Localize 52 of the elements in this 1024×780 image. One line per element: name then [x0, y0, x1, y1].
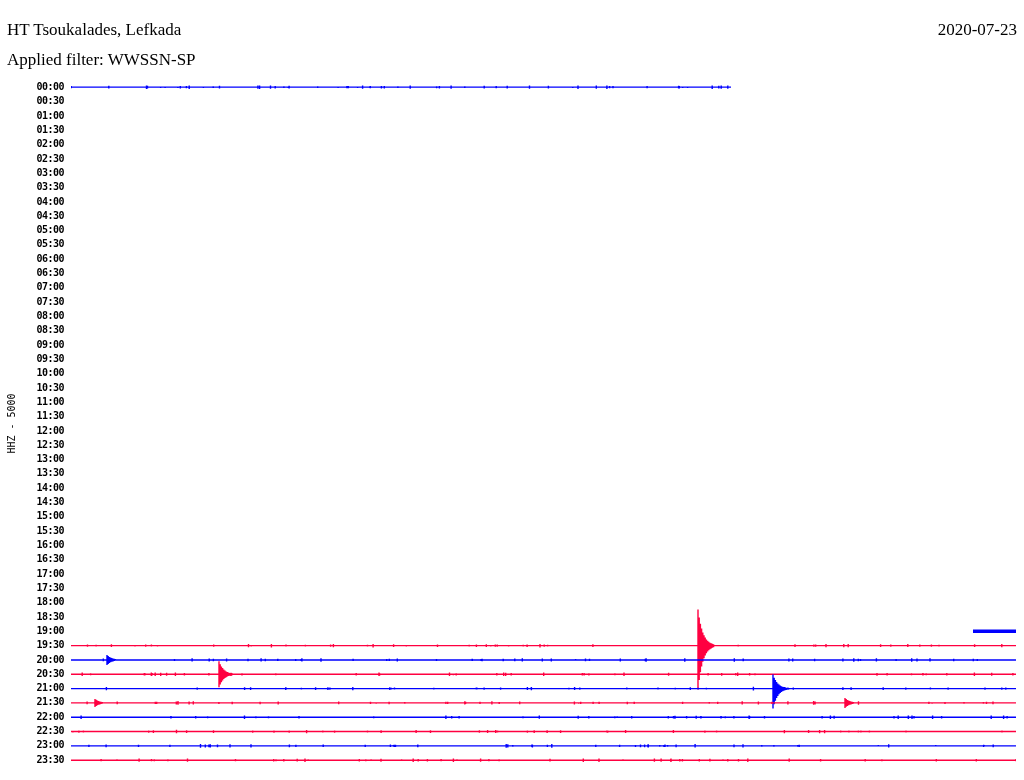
time-label: 07:00	[36, 280, 64, 295]
time-label: 23:30	[36, 752, 64, 767]
time-label: 20:30	[36, 666, 64, 681]
time-label: 19:30	[36, 638, 64, 653]
station-title: HT Tsoukalades, Lefkada	[7, 19, 182, 41]
time-label: 16:00	[36, 538, 64, 552]
time-label: 05:00	[36, 223, 64, 238]
time-label: 12:30	[36, 437, 64, 452]
time-label: 00:30	[36, 94, 64, 109]
time-label: 03:30	[36, 180, 64, 195]
time-label: 15:00	[36, 509, 64, 524]
time-label: 14:00	[36, 480, 64, 495]
time-label: 13:30	[36, 466, 64, 481]
time-label: 17:30	[36, 580, 64, 595]
time-label: 15:30	[36, 523, 64, 538]
time-label: 16:30	[36, 552, 64, 567]
time-label: 10:30	[36, 380, 64, 395]
time-label: 02:00	[36, 137, 64, 152]
time-label: 07:30	[36, 294, 64, 309]
time-label: 01:00	[36, 108, 64, 123]
filter-label: Applied filter: WWSSN-SP	[7, 50, 196, 69]
time-label: 04:30	[36, 208, 64, 223]
time-label: 18:00	[36, 595, 64, 610]
time-label: 03:00	[36, 165, 64, 180]
time-label: 18:30	[36, 609, 64, 624]
time-label: 01:30	[36, 122, 64, 137]
time-label: 23:00	[36, 738, 64, 753]
time-label: 00:00	[36, 80, 64, 94]
time-label: 14:30	[36, 495, 64, 510]
time-label: 09:00	[36, 337, 64, 352]
time-label: 04:00	[36, 194, 64, 209]
time-label: 21:00	[36, 681, 64, 696]
time-label: 19:00	[36, 623, 64, 638]
time-label: 06:30	[36, 266, 64, 281]
time-label: 05:30	[36, 237, 64, 252]
time-label: 21:30	[36, 695, 64, 710]
time-label: 22:00	[36, 709, 64, 724]
time-label: 06:00	[36, 251, 64, 266]
time-label: 11:30	[36, 409, 64, 424]
time-label: 13:00	[36, 452, 64, 467]
time-label: 12:00	[36, 423, 64, 438]
time-label: 10:00	[36, 366, 64, 381]
date-label: 2020-07-23	[937, 19, 1017, 41]
time-label: 08:00	[36, 309, 64, 323]
time-label: 09:30	[36, 351, 64, 366]
time-label: 02:30	[36, 151, 64, 166]
time-label: 08:30	[36, 323, 64, 338]
time-label: 22:30	[36, 724, 64, 739]
time-label: 11:00	[36, 394, 64, 409]
channel-label: HHZ - 5000	[4, 393, 18, 454]
time-label: 17:00	[36, 566, 64, 581]
time-label: 20:00	[36, 652, 64, 667]
